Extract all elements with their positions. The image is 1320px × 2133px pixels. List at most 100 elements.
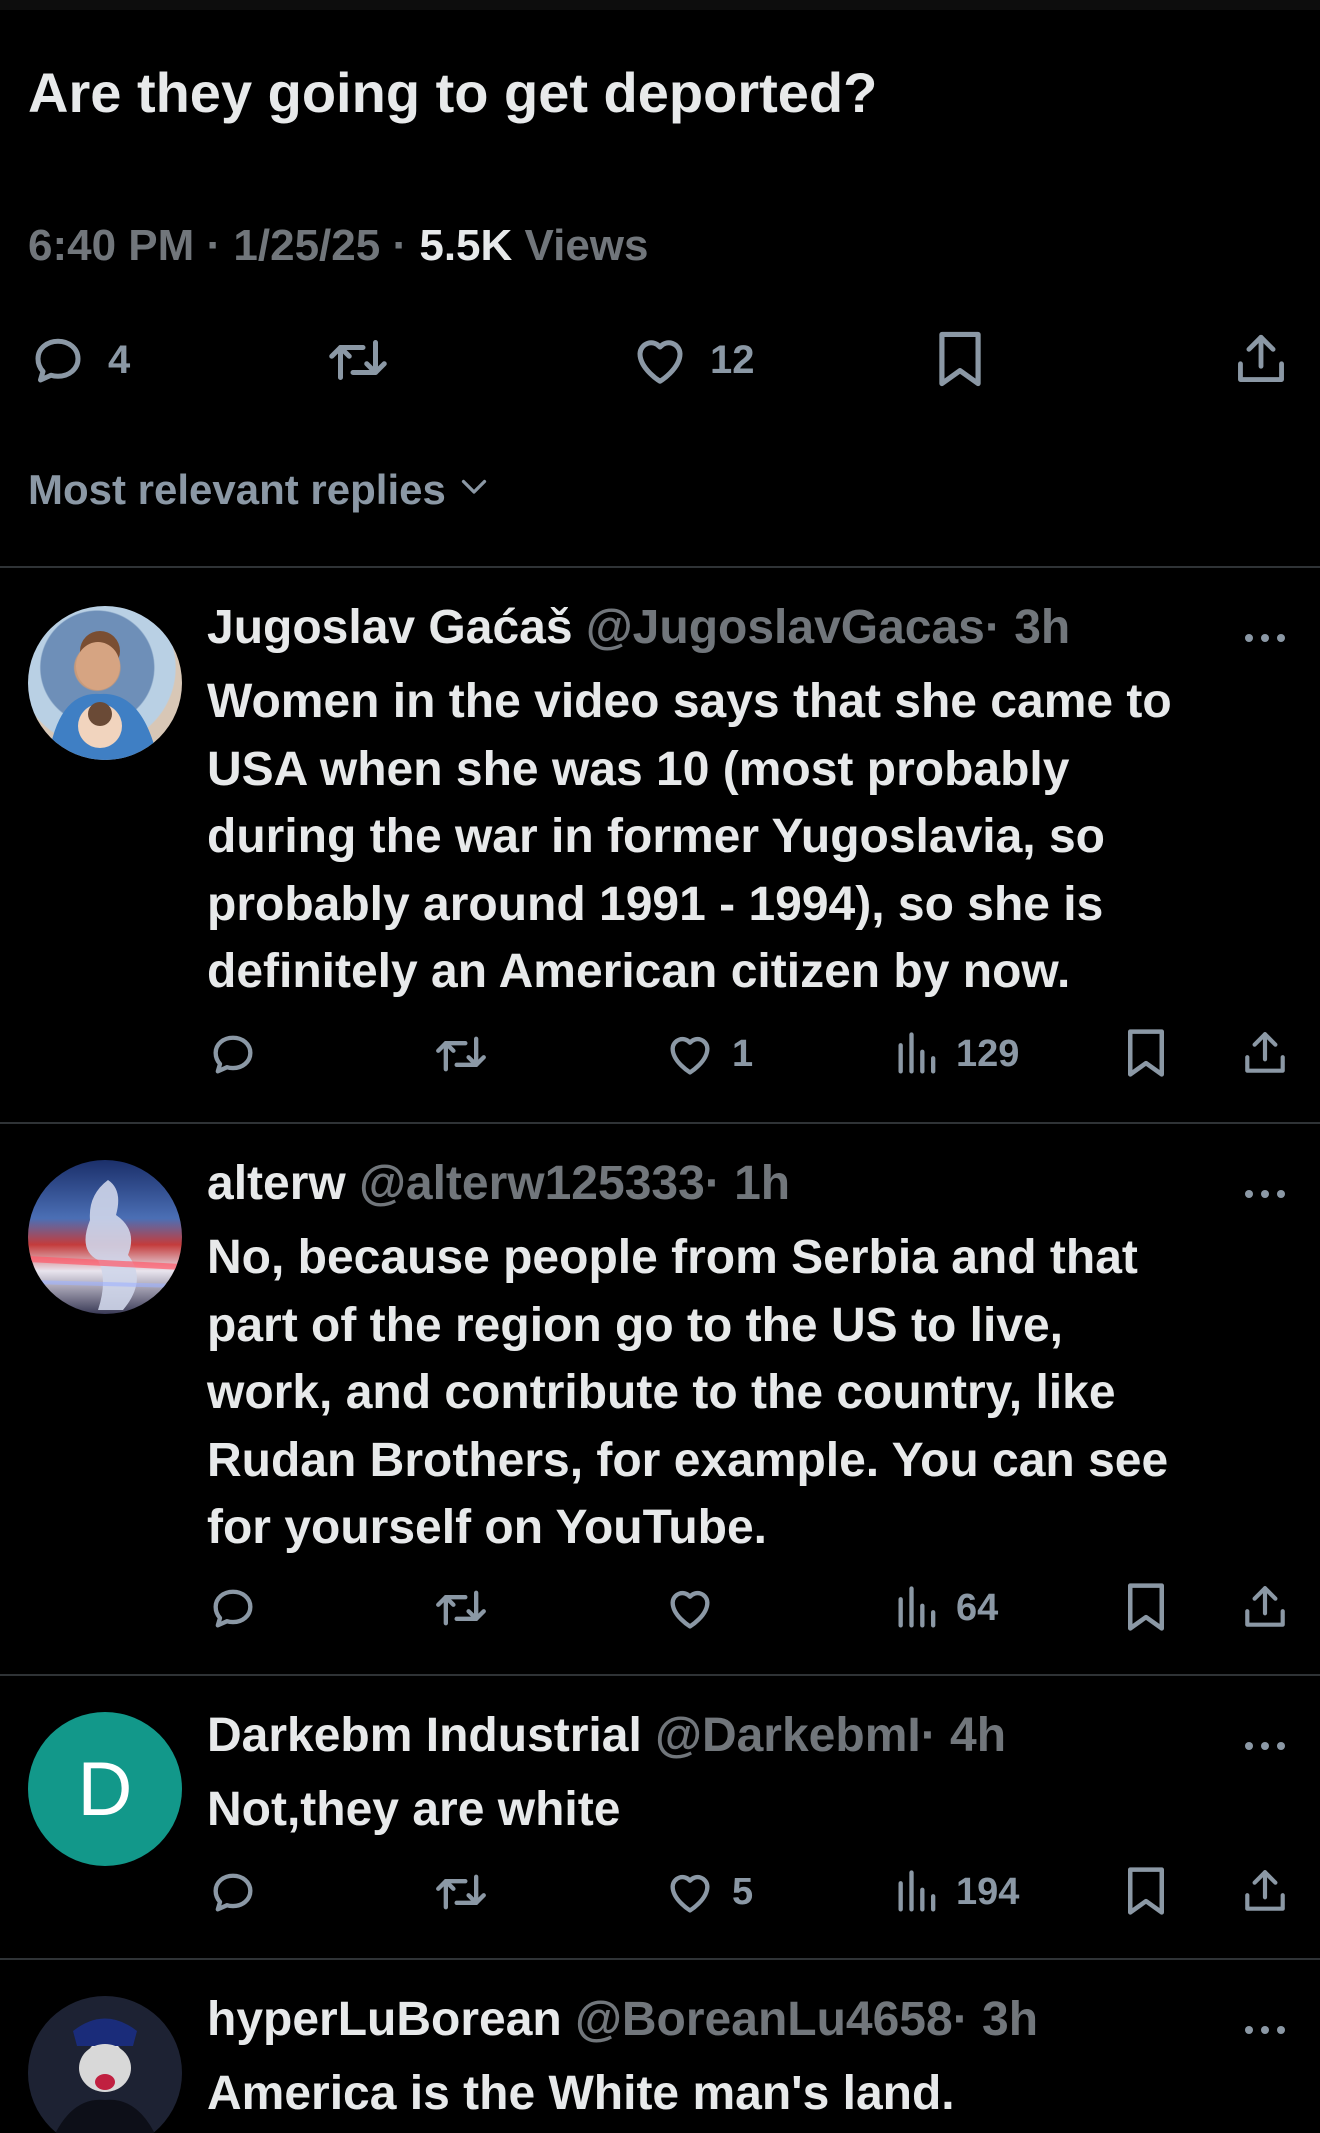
author-name[interactable]: Darkebm Industrial <box>207 1709 642 1762</box>
views-count: 129 <box>956 1032 1020 1075</box>
tweet-time: 6:40 PM <box>28 221 195 270</box>
like-count: 5 <box>732 1870 754 1913</box>
reply-icon <box>213 1589 253 1628</box>
analytics-icon <box>898 1586 936 1628</box>
heart-icon <box>670 1874 710 1913</box>
reply-item[interactable]: alterw @alterw125333· 1h No, because peo… <box>0 1124 1320 1674</box>
share-button[interactable] <box>1240 1026 1290 1080</box>
more-icon <box>1245 1190 1285 1198</box>
more-button[interactable] <box>1240 1736 1290 1756</box>
top-edge <box>0 0 1320 10</box>
tweet-meta: 6:40 PM · 1/25/25 · 5.5K Views <box>28 218 649 274</box>
reply-line: during the war in former Yugoslavia, so <box>207 810 1105 863</box>
share-icon <box>1245 1032 1285 1073</box>
avatar-letter: D <box>77 1746 133 1832</box>
reply-line: Rudan Brothers, for example. You can see <box>207 1433 1169 1487</box>
reply-time: · 3h <box>952 1993 1039 2046</box>
reply-line: USA when she was 10 (most probably <box>207 742 1070 796</box>
bookmark-icon <box>1128 1867 1164 1915</box>
reply-item[interactable]: D Darkebm Industrial @DarkebmI· 4h Not,t… <box>0 1676 1320 1958</box>
heart-icon <box>630 330 690 390</box>
reply-icon <box>213 1873 253 1912</box>
repost-button[interactable] <box>325 330 391 390</box>
reply-time: · 4h <box>920 1709 1007 1762</box>
share-icon <box>1232 328 1290 390</box>
reply-line: Women in the video says that she came to <box>207 675 1172 728</box>
more-button[interactable] <box>1240 628 1290 648</box>
reply-text: No, because people from Serbia and that … <box>207 1224 1297 1562</box>
like-button[interactable] <box>664 1582 716 1634</box>
filter-label: Most relevant replies <box>28 466 446 513</box>
views-count: 64 <box>956 1586 999 1629</box>
like-button[interactable]: 1 <box>664 1028 753 1080</box>
avatar-image <box>28 1180 182 1310</box>
reply-icon <box>213 1035 253 1074</box>
reply-button[interactable]: 4 <box>28 330 130 390</box>
like-button[interactable]: 5 <box>664 1866 753 1918</box>
views-button[interactable]: 129 <box>896 1028 1019 1080</box>
more-button[interactable] <box>1240 2020 1290 2040</box>
avatar-image <box>55 2018 155 2133</box>
like-button[interactable]: 12 <box>630 330 755 390</box>
author-handle[interactable]: @DarkebmI <box>655 1709 921 1762</box>
reply-button[interactable] <box>207 1582 259 1634</box>
repost-button[interactable] <box>432 1582 490 1634</box>
views-button[interactable]: 194 <box>896 1866 1019 1918</box>
like-count: 1 <box>732 1032 754 1075</box>
bookmark-icon <box>1128 1029 1164 1077</box>
more-icon <box>1245 2026 1285 2034</box>
bookmark-button[interactable] <box>932 328 988 390</box>
reply-line: work, and contribute to the country, lik… <box>207 1366 1116 1419</box>
reply-line: part of the region go to the US to live, <box>207 1298 1064 1352</box>
avatar[interactable] <box>28 1996 182 2133</box>
avatar[interactable] <box>28 1160 182 1314</box>
repost-icon <box>436 1590 486 1626</box>
reply-header: hyperLuBorean @BoreanLu4658· 3h <box>207 1990 1038 2050</box>
reply-line: for yourself on YouTube. <box>207 1501 768 1554</box>
repost-icon <box>325 330 391 390</box>
analytics-icon <box>898 1870 936 1912</box>
author-name[interactable]: hyperLuBorean <box>207 1993 562 2046</box>
reply-time: · 3h <box>984 601 1071 654</box>
views-count: 194 <box>956 1870 1020 1913</box>
share-button[interactable] <box>1240 1580 1290 1634</box>
author-name[interactable]: Jugoslav Gaćaš <box>207 601 573 654</box>
share-button[interactable] <box>1232 328 1290 390</box>
reply-button[interactable] <box>207 1028 259 1080</box>
reply-text: Not,they are white <box>207 1776 1297 1844</box>
avatar[interactable] <box>28 606 182 760</box>
reply-line: definitely an American citizen by now. <box>207 945 1071 998</box>
share-icon <box>1245 1586 1285 1627</box>
reply-item[interactable]: Jugoslav Gaćaš @JugoslavGacas· 3h Women … <box>0 568 1320 1122</box>
bookmark-button[interactable] <box>1122 1026 1170 1080</box>
repost-button[interactable] <box>432 1028 490 1080</box>
analytics-icon <box>898 1032 936 1074</box>
reply-button[interactable] <box>207 1866 259 1918</box>
author-handle[interactable]: @alterw125333 <box>359 1157 705 1210</box>
tweet-date: 1/25/25 <box>233 221 381 270</box>
avatar[interactable]: D <box>28 1712 182 1866</box>
repost-button[interactable] <box>432 1866 490 1918</box>
bookmark-button[interactable] <box>1122 1864 1170 1918</box>
reply-action-bar: 64 <box>0 1572 1320 1642</box>
share-icon <box>1245 1870 1285 1911</box>
views-button[interactable]: 64 <box>896 1582 998 1634</box>
more-button[interactable] <box>1240 1184 1290 1204</box>
reply-icon <box>28 330 88 390</box>
reply-item[interactable]: hyperLuBorean @BoreanLu4658· 3h America … <box>0 1960 1320 2133</box>
reply-text: America is the White man's land. <box>207 2060 1297 2128</box>
tweet-text: Are they going to get deported? <box>28 61 878 124</box>
replies-filter[interactable]: Most relevant replies <box>28 462 492 518</box>
reply-action-bar: 1 129 <box>0 1018 1320 1088</box>
chevron-down-icon <box>446 462 492 518</box>
author-handle[interactable]: @BoreanLu4658 <box>575 1993 953 2046</box>
avatar-image <box>48 631 158 760</box>
author-handle[interactable]: @JugoslavGacas <box>586 601 985 654</box>
views-label: Views <box>524 221 649 270</box>
share-button[interactable] <box>1240 1864 1290 1918</box>
reply-line: probably around 1991 - 1994), so she is <box>207 877 1104 931</box>
tweet-action-bar: 4 12 <box>0 320 1320 400</box>
bookmark-button[interactable] <box>1122 1580 1170 1634</box>
author-name[interactable]: alterw <box>207 1157 346 1210</box>
repost-icon <box>436 1874 486 1910</box>
